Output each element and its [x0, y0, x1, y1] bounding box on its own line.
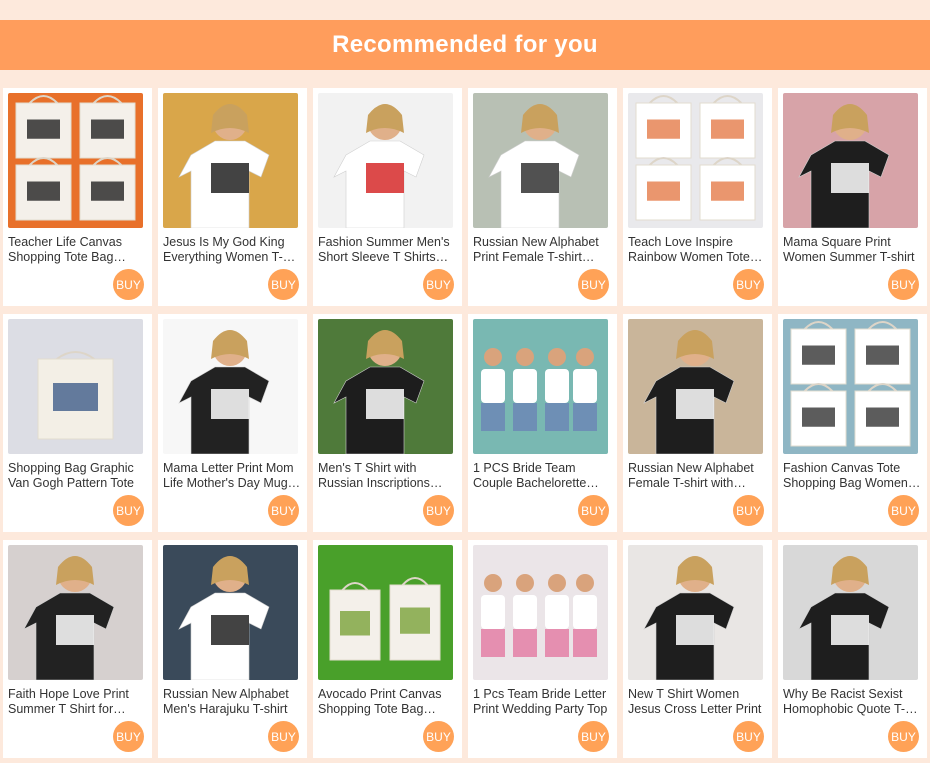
product-title[interactable]: Russian New Alphabet Men's Harajuku T-sh… — [163, 687, 301, 717]
product-image[interactable] — [783, 93, 918, 228]
buy-button[interactable]: BUY — [268, 721, 299, 752]
product-title[interactable]: Mama Square Print Women Summer T-shirt — [783, 235, 921, 265]
buy-button[interactable]: BUY — [423, 721, 454, 752]
product-card[interactable]: Teach Love Inspire Rainbow Women Tote Ba… — [623, 88, 772, 306]
white-tshirt-alphabet-men-image — [163, 545, 298, 680]
product-card[interactable]: Fashion Summer Men's Short Sleeve T Shir… — [313, 88, 462, 306]
product-title[interactable]: Avocado Print Canvas Shopping Tote Bag W… — [318, 687, 456, 717]
white-tshirt-doner-kebab-image — [318, 93, 453, 228]
product-image[interactable] — [163, 319, 298, 454]
product-image[interactable] — [473, 319, 608, 454]
buy-button[interactable]: BUY — [888, 495, 919, 526]
buy-button[interactable]: BUY — [423, 269, 454, 300]
product-card[interactable]: Faith Hope Love Print Summer T Shirt for… — [3, 540, 152, 758]
buy-button[interactable]: BUY — [578, 495, 609, 526]
buy-button[interactable]: BUY — [733, 495, 764, 526]
product-image[interactable] — [628, 93, 763, 228]
product-image[interactable] — [628, 545, 763, 680]
product-card[interactable]: Shopping Bag Graphic Van Gogh Pattern To… — [3, 314, 152, 532]
product-image[interactable] — [8, 93, 143, 228]
product-image[interactable] — [8, 319, 143, 454]
black-tshirt-faith-image — [8, 545, 143, 680]
product-image[interactable] — [318, 93, 453, 228]
product-card[interactable]: Russian New Alphabet Print Female T-shir… — [468, 88, 617, 306]
product-image[interactable] — [163, 93, 298, 228]
product-image[interactable] — [628, 319, 763, 454]
buy-button[interactable]: BUY — [113, 269, 144, 300]
bride-team-group-image — [473, 319, 608, 454]
product-image[interactable] — [8, 545, 143, 680]
tote-bag-van-gogh-image — [8, 319, 143, 454]
product-grid: Teacher Life Canvas Shopping Tote Bag Wo… — [3, 88, 927, 758]
product-card[interactable]: Men's T Shirt with Russian Inscriptions … — [313, 314, 462, 532]
product-card[interactable]: Russian New Alphabet Female T-shirt with… — [623, 314, 772, 532]
buy-button[interactable]: BUY — [733, 269, 764, 300]
product-title[interactable]: Teacher Life Canvas Shopping Tote Bag Wo… — [8, 235, 146, 265]
buy-button[interactable]: BUY — [423, 495, 454, 526]
product-image[interactable] — [473, 93, 608, 228]
product-title[interactable]: Teach Love Inspire Rainbow Women Tote Ba… — [628, 235, 766, 265]
buy-button[interactable]: BUY — [268, 269, 299, 300]
product-title[interactable]: Faith Hope Love Print Summer T Shirt for… — [8, 687, 146, 717]
product-image[interactable] — [783, 319, 918, 454]
tote-bags-rainbow-image — [628, 93, 763, 228]
product-image[interactable] — [318, 545, 453, 680]
product-image[interactable] — [473, 545, 608, 680]
buy-button[interactable]: BUY — [578, 269, 609, 300]
white-tshirt-jesus-image — [163, 93, 298, 228]
product-title[interactable]: New T Shirt Women Jesus Cross Letter Pri… — [628, 687, 766, 717]
black-tshirt-jesus-cross-image — [628, 545, 763, 680]
recommended-banner: Recommended for you — [0, 20, 930, 70]
team-bride-tutus-image — [473, 545, 608, 680]
product-card[interactable]: 1 PCS Bride Team Couple Bachelorette Par… — [468, 314, 617, 532]
product-title[interactable]: Russian New Alphabet Print Female T-shir… — [473, 235, 611, 265]
product-title[interactable]: Fashion Summer Men's Short Sleeve T Shir… — [318, 235, 456, 265]
product-title[interactable]: Fashion Canvas Tote Shopping Bag Women P… — [783, 461, 921, 491]
black-tshirt-beard-image — [318, 319, 453, 454]
product-card[interactable]: Teacher Life Canvas Shopping Tote Bag Wo… — [3, 88, 152, 306]
black-tshirt-alphabet-image — [628, 319, 763, 454]
product-card[interactable]: Mama Square Print Women Summer T-shirt BU… — [778, 88, 927, 306]
product-card[interactable]: Avocado Print Canvas Shopping Tote Bag W… — [313, 540, 462, 758]
product-card[interactable]: Mama Letter Print Mom Life Mother's Day … — [158, 314, 307, 532]
buy-button[interactable]: BUY — [733, 721, 764, 752]
product-title[interactable]: Mama Letter Print Mom Life Mother's Day … — [163, 461, 301, 491]
buy-button[interactable]: BUY — [113, 721, 144, 752]
tote-bags-teacher-image — [8, 93, 143, 228]
product-card[interactable]: Fashion Canvas Tote Shopping Bag Women P… — [778, 314, 927, 532]
buy-button[interactable]: BUY — [578, 721, 609, 752]
buy-button[interactable]: BUY — [888, 269, 919, 300]
white-tshirt-alphabet-image — [473, 93, 608, 228]
buy-button[interactable]: BUY — [268, 495, 299, 526]
product-card[interactable]: Why Be Racist Sexist Homophobic Quote T-… — [778, 540, 927, 758]
product-title[interactable]: Shopping Bag Graphic Van Gogh Pattern To… — [8, 461, 146, 491]
product-image[interactable] — [318, 319, 453, 454]
product-title[interactable]: 1 Pcs Team Bride Letter Print Wedding Pa… — [473, 687, 611, 717]
buy-button[interactable]: BUY — [113, 495, 144, 526]
product-image[interactable] — [783, 545, 918, 680]
product-title[interactable]: Russian New Alphabet Female T-shirt with… — [628, 461, 766, 491]
section-title: Recommended for you — [332, 31, 598, 58]
product-title[interactable]: 1 PCS Bride Team Couple Bachelorette Par… — [473, 461, 611, 491]
tote-bags-avocado-image — [318, 545, 453, 680]
product-title[interactable]: Why Be Racist Sexist Homophobic Quote T-… — [783, 687, 921, 717]
product-title[interactable]: Men's T Shirt with Russian Inscriptions … — [318, 461, 456, 491]
black-tshirt-mama-letter-image — [163, 319, 298, 454]
product-card[interactable]: Russian New Alphabet Men's Harajuku T-sh… — [158, 540, 307, 758]
product-image[interactable] — [163, 545, 298, 680]
product-card[interactable]: New T Shirt Women Jesus Cross Letter Pri… — [623, 540, 772, 758]
black-tshirt-mama-image — [783, 93, 918, 228]
buy-button[interactable]: BUY — [888, 721, 919, 752]
product-card[interactable]: 1 Pcs Team Bride Letter Print Wedding Pa… — [468, 540, 617, 758]
product-title[interactable]: Jesus Is My God King Everything Women T-… — [163, 235, 301, 265]
tote-bags-quotes-image — [783, 319, 918, 454]
product-card[interactable]: Jesus Is My God King Everything Women T-… — [158, 88, 307, 306]
black-tshirt-quote-image — [783, 545, 918, 680]
